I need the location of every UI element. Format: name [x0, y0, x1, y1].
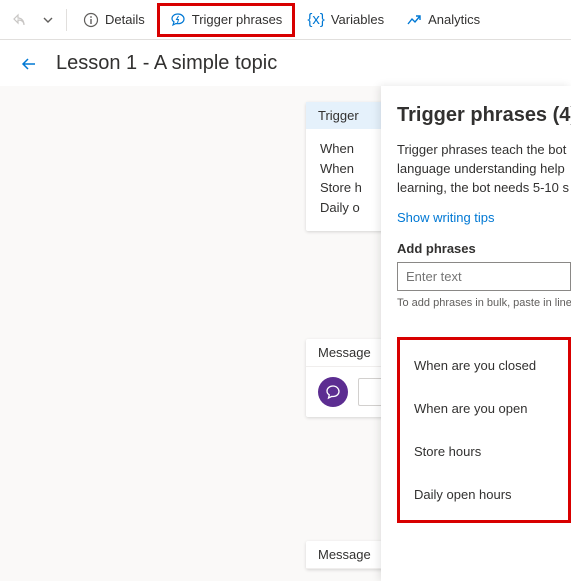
panel-description: Trigger phrases teach the bot language u…: [397, 141, 571, 198]
phrase-item[interactable]: When are you closed: [400, 344, 568, 387]
add-phrases-label: Add phrases: [397, 241, 571, 256]
analytics-button[interactable]: Analytics: [396, 6, 490, 34]
page-header: Lesson 1 - A simple topic: [0, 40, 571, 89]
undo-icon: [12, 12, 28, 28]
panel-desc-line: Trigger phrases teach the bot: [397, 141, 571, 160]
undo-button[interactable]: [6, 6, 34, 34]
phrase-item[interactable]: Store hours: [400, 430, 568, 473]
panel-desc-line: language understanding help: [397, 160, 571, 179]
back-button[interactable]: [20, 55, 38, 73]
analytics-icon: [406, 12, 422, 28]
chat-icon: [325, 384, 341, 400]
trigger-phrases-panel: Trigger phrases (4) Trigger phrases teac…: [381, 86, 571, 581]
phrase-item[interactable]: Daily open hours: [400, 473, 568, 516]
phrase-list: When are you closed When are you open St…: [397, 337, 571, 523]
trigger-phrases-button[interactable]: Trigger phrases: [157, 3, 296, 37]
trigger-phrases-label: Trigger phrases: [192, 12, 283, 27]
variables-button[interactable]: {x} Variables: [297, 5, 394, 34]
arrow-left-icon: [20, 55, 38, 73]
phrase-item[interactable]: When are you open: [400, 387, 568, 430]
chat-lightning-icon: [170, 12, 186, 28]
show-writing-tips-link[interactable]: Show writing tips: [397, 210, 571, 225]
panel-desc-line: learning, the bot needs 5-10 s: [397, 179, 571, 198]
add-phrase-input[interactable]: [397, 262, 571, 291]
info-icon: [83, 12, 99, 28]
redo-dropdown[interactable]: [36, 8, 60, 32]
details-label: Details: [105, 12, 145, 27]
details-button[interactable]: Details: [73, 6, 155, 34]
variables-label: Variables: [331, 12, 384, 27]
page-title: Lesson 1 - A simple topic: [56, 52, 277, 75]
message-type-icon-wrap: [318, 377, 348, 407]
chevron-down-icon: [42, 14, 54, 26]
bulk-hint: To add phrases in bulk, paste in line-se…: [397, 297, 571, 309]
panel-title: Trigger phrases (4): [397, 104, 571, 127]
toolbar: Details Trigger phrases {x} Variables An…: [0, 0, 571, 40]
braces-icon: {x}: [307, 11, 325, 28]
analytics-label: Analytics: [428, 12, 480, 27]
toolbar-divider: [66, 9, 67, 31]
